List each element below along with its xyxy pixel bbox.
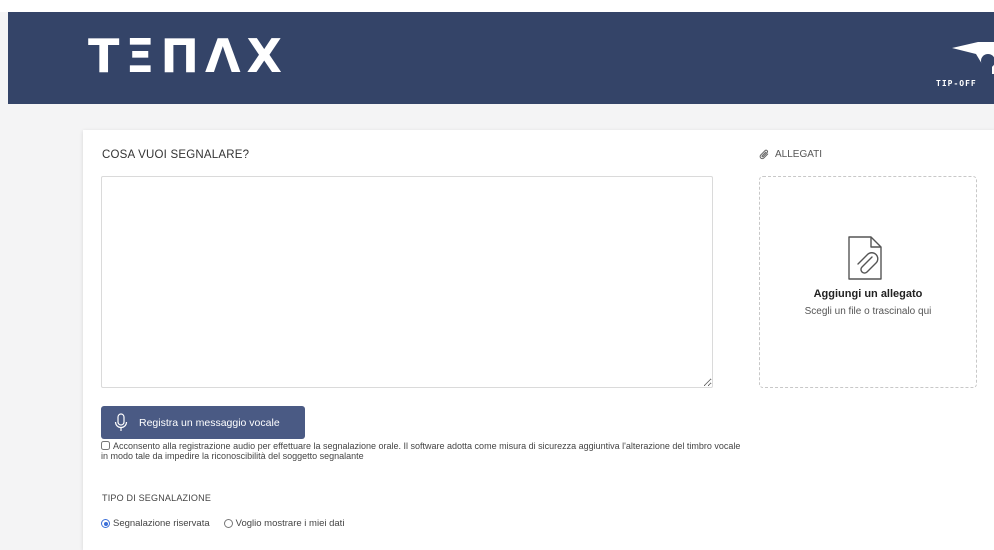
paperclip-icon — [759, 149, 769, 160]
microphone-icon — [114, 412, 128, 431]
radio-label: Voglio mostrare i miei dati — [235, 518, 345, 529]
consent-row: Acconsento alla registrazione audio per … — [101, 441, 741, 461]
top-strip — [0, 0, 994, 12]
record-voice-message-button[interactable]: Registra un messaggio vocale — [101, 406, 305, 439]
consent-checkbox[interactable] — [101, 441, 110, 450]
site-header: TΞПΛX TIP-OFF — [8, 12, 994, 104]
radio-button-selected[interactable] — [101, 519, 110, 528]
radio-button[interactable] — [223, 519, 233, 528]
tenax-logo: TΞПΛX — [88, 29, 289, 83]
attachments-label-text: ALLEGATI — [775, 149, 823, 160]
radio-label: Segnalazione riservata — [113, 518, 210, 529]
tip-off-text: TIP-OFF — [936, 79, 977, 88]
report-form-card: COSA VUOI SEGNALARE? ALLEGATI Aggiungi u… — [83, 130, 994, 550]
attachment-dropzone[interactable]: Aggiungi un allegato Scegli un file o tr… — [759, 176, 977, 388]
report-type-label: TIPO DI SEGNALAZIONE — [102, 493, 212, 503]
message-question-label: COSA VUOI SEGNALARE? — [102, 149, 250, 161]
consent-text: Acconsento alla registrazione audio per … — [101, 441, 741, 461]
attachments-label: ALLEGATI — [759, 149, 822, 160]
radio-show-my-data[interactable]: Voglio mostrare i miei dati — [223, 518, 345, 529]
record-button-label: Registra un messaggio vocale — [139, 416, 280, 429]
file-attachment-icon — [848, 236, 882, 280]
message-textarea[interactable] — [101, 176, 713, 388]
dropzone-subtitle: Scegli un file o trascinalo qui — [804, 306, 932, 317]
dropzone-title: Aggiungi un allegato — [813, 288, 923, 300]
report-type-radio-group: Segnalazione riservata Voglio mostrare i… — [101, 518, 344, 529]
radio-confidential-report[interactable]: Segnalazione riservata — [101, 518, 210, 529]
